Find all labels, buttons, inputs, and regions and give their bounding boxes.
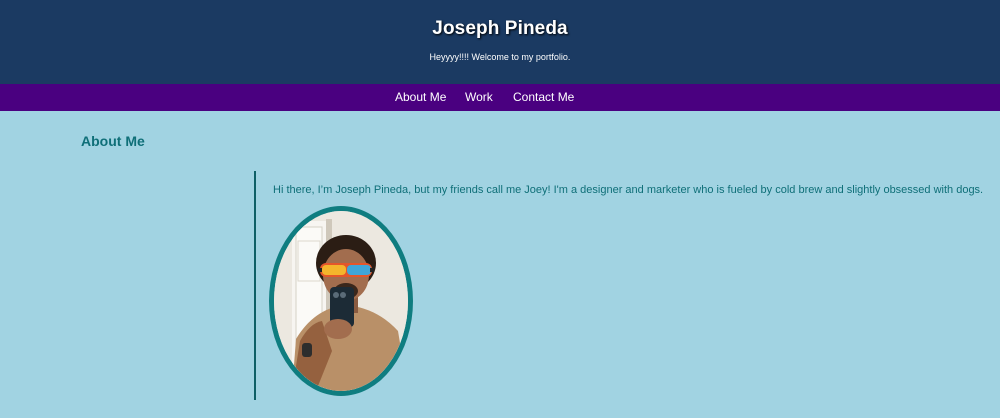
about-intro-text: Hi there, I’m Joseph Pineda, but my frie… <box>273 184 984 196</box>
nav-about-me-link[interactable]: About Me <box>395 90 446 104</box>
site-tagline: Heyyyy!!!! Welcome to my portfolio. <box>429 52 571 62</box>
site-title: Joseph Pineda <box>432 18 568 39</box>
profile-photo <box>269 206 413 396</box>
nav-contact-me-link[interactable]: Contact Me <box>513 90 574 104</box>
about-section-heading: About Me <box>81 133 145 149</box>
profile-photo-illustration <box>274 211 408 391</box>
main-nav: About Me Work Contact Me <box>0 84 1000 111</box>
site-header: Joseph Pineda Heyyyy!!!! Welcome to my p… <box>0 0 1000 84</box>
about-content: Hi there, I’m Joseph Pineda, but my frie… <box>254 171 1000 400</box>
nav-work-link[interactable]: Work <box>465 90 493 104</box>
